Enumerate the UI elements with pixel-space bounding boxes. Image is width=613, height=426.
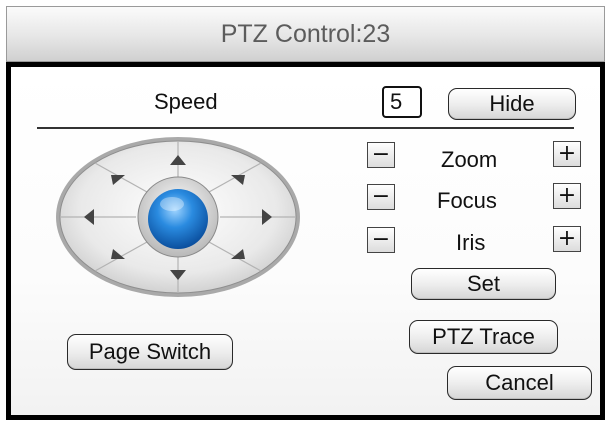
title-bar: PTZ Control:23 [6, 6, 605, 62]
divider [37, 127, 574, 129]
window-title: PTZ Control:23 [220, 19, 391, 48]
iris-minus-button[interactable]: − [367, 227, 395, 253]
speed-label: Speed [154, 89, 218, 114]
hide-button[interactable]: Hide [448, 88, 576, 120]
speed-input[interactable]: 5 [382, 86, 422, 118]
cancel-button[interactable]: Cancel [447, 366, 592, 400]
zoom-plus-button[interactable]: + [553, 141, 581, 167]
direction-pad [56, 137, 300, 297]
ptz-panel: Speed 5 Hide − Zoom + − Focus + − Iris +… [6, 62, 605, 420]
zoom-label: Zoom [441, 147, 498, 172]
set-button[interactable]: Set [411, 268, 556, 300]
focus-plus-button[interactable]: + [553, 183, 581, 209]
iris-plus-button[interactable]: + [553, 226, 581, 252]
focus-minus-button[interactable]: − [367, 184, 395, 210]
iris-label: Iris [456, 230, 486, 255]
page-switch-button[interactable]: Page Switch [67, 334, 233, 370]
ptz-control-window: PTZ Control:23 Speed 5 Hide − Zoom + − F… [0, 0, 613, 426]
ptz-trace-button[interactable]: PTZ Trace [409, 320, 558, 354]
zoom-minus-button[interactable]: − [367, 142, 395, 168]
focus-label: Focus [437, 188, 497, 213]
